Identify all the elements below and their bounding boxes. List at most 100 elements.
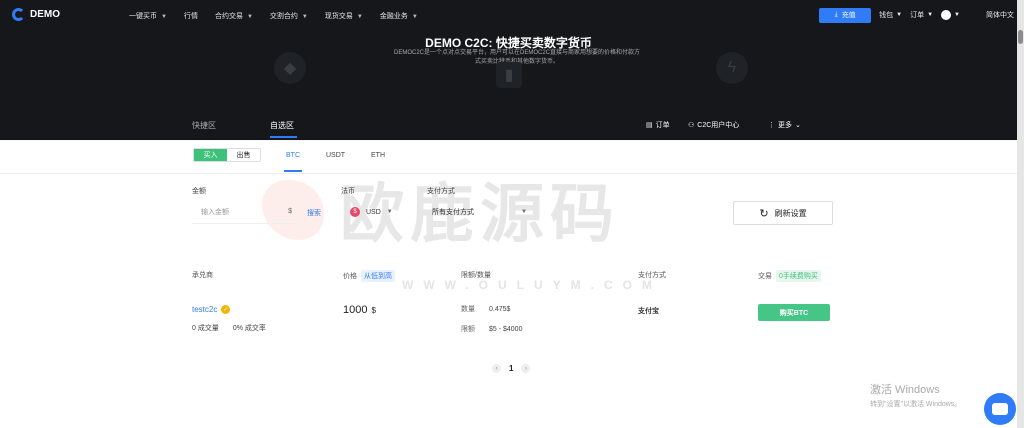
chat-button[interactable] <box>984 393 1016 425</box>
coin-tab-eth[interactable]: ETH <box>371 152 385 159</box>
tab-underline <box>270 136 297 138</box>
row-price: 1000 $ <box>343 304 376 316</box>
buy-btc-button[interactable]: 购买BTC <box>758 304 830 321</box>
dollar-icon: $ <box>350 207 360 217</box>
activation-hint: 转到"设置"以激活 Windows。 <box>870 401 962 408</box>
more-dots-icon: ⋮ <box>768 122 775 129</box>
page-number[interactable]: 1 <box>509 364 513 373</box>
qty-label: 数量 <box>461 306 475 313</box>
wallet-menu[interactable]: 钱包 ▼ <box>879 10 902 20</box>
chevron-down-icon: ⌄ <box>795 122 801 129</box>
menu-label: 一键买币 <box>129 13 157 20</box>
menu-item-market[interactable]: 行情 <box>184 11 198 21</box>
user-menu[interactable]: ▼ <box>941 10 960 20</box>
price-unit: $ <box>371 306 376 315</box>
col-method: 支付方式 <box>638 272 666 279</box>
qty-value: 0.475$ <box>489 306 511 313</box>
order-label: 订单 <box>655 122 670 129</box>
coin-tab-usdt[interactable]: USDT <box>326 152 345 159</box>
language-switch[interactable]: 简体中文 <box>986 10 1014 20</box>
lightning-icon: ϟ <box>716 52 748 84</box>
brand-name: DEMO <box>30 9 60 20</box>
coin-tab-underline <box>284 170 302 172</box>
more-label: 更多 <box>778 122 792 129</box>
buy-sell-toggle: 买入 出售 <box>193 148 261 162</box>
pagination: ‹ 1 › <box>492 364 531 373</box>
caret-down-icon: ▼ <box>896 12 903 18</box>
merchant-link[interactable]: testc2c ✓ <box>192 305 231 314</box>
caret-down-icon: ▼ <box>954 12 960 18</box>
buy-toggle[interactable]: 买入 <box>194 149 227 161</box>
menu-item-spot[interactable]: 现货交易 ▼ <box>325 11 363 21</box>
sell-toggle[interactable]: 出售 <box>227 149 260 161</box>
chat-icon <box>992 403 1008 415</box>
menu-label: 行情 <box>183 13 198 20</box>
caret-down-icon: ▼ <box>927 12 934 18</box>
menu-item-finance[interactable]: 金融业务 ▼ <box>380 11 418 21</box>
caret-down-icon: ▼ <box>301 14 308 20</box>
amount-label: 金额 <box>192 188 206 195</box>
price-header: 价格 <box>343 273 357 280</box>
brand-logo[interactable]: DEMO <box>12 8 60 21</box>
amount-input[interactable]: 输入金额 $ <box>192 200 294 224</box>
page-scrollbar[interactable] <box>1017 0 1024 428</box>
trade-header: 交易 <box>758 273 772 280</box>
refresh-label: 刷新设置 <box>774 208 807 218</box>
payment-label: 支付方式 <box>427 188 455 195</box>
main-menu: 一键买币 ▼ 行情 合约交易 ▼ 交割合约 ▼ 现货交易 ▼ 金融业务 ▼ <box>129 11 418 21</box>
merchant-stats: 0 成交量 0% 成交率 <box>192 323 266 333</box>
col-price: 价格 从低到高 <box>343 270 395 282</box>
menu-label: 交割合约 <box>269 13 298 20</box>
document-icon: ▤ <box>646 122 653 129</box>
download-icon: ⤓ <box>834 11 838 18</box>
row-quantity: 数量 0.475$ <box>461 304 510 314</box>
scrollbar-thumb[interactable] <box>1018 30 1023 44</box>
price-sort-button[interactable]: 从低到高 <box>361 270 395 282</box>
currency-select[interactable]: $ USD ▼ <box>350 200 393 224</box>
tab-quick[interactable]: 快捷区 <box>192 120 216 131</box>
caret-down-icon: ▼ <box>161 14 167 20</box>
top-navbar: DEMO 一键买币 ▼ 行情 合约交易 ▼ 交割合约 ▼ 现货交易 ▼ 金融业务 ▼ ⤓ … <box>0 0 1024 30</box>
watermark-url: WWW.OULUYM.COM <box>402 278 662 292</box>
windows-activation: 激活 Windows 转到"设置"以激活 Windows。 <box>870 381 961 409</box>
caret-down-icon: ▼ <box>411 14 418 20</box>
nav-right: ⤓ 充值 钱包 ▼ 订单 ▼ ▼ 简体中文 <box>819 7 1024 23</box>
activation-title: 激活 Windows <box>870 384 940 396</box>
search-button[interactable]: 搜索 <box>307 208 321 218</box>
menu-item-quick-buy[interactable]: 一键买币 ▼ <box>129 11 167 21</box>
amount-placeholder: 输入金额 <box>201 208 229 216</box>
divider <box>0 173 1017 174</box>
orders-menu[interactable]: 订单 ▼ <box>910 10 933 20</box>
caret-down-icon: ▼ <box>246 14 253 20</box>
hero-banner: DEMO C2C: 快捷买卖数字货币 DEMOC2C是一个点对点交易平台，用户可… <box>0 30 1017 140</box>
c2c-center-link[interactable]: ⚇ C2C用户中心 <box>688 120 739 130</box>
currency-value: USD <box>366 208 381 216</box>
row-limit: 限额 $5 - $4000 <box>461 324 522 334</box>
menu-item-delivery[interactable]: 交割合约 ▼ <box>270 11 308 21</box>
avatar-icon <box>941 10 952 20</box>
amount-unit: $ <box>288 208 292 215</box>
more-menu[interactable]: ⋮ 更多 ⌄ <box>768 120 801 130</box>
payment-select[interactable]: 所有支付方式 ▼ <box>432 200 527 224</box>
menu-item-contract[interactable]: 合约交易 ▼ <box>215 11 253 21</box>
next-page-button[interactable]: › <box>521 364 531 373</box>
refresh-icon: ↻ <box>759 207 769 220</box>
chart-icon: ▮ <box>496 62 522 88</box>
price-value: 1000 <box>343 304 368 316</box>
recharge-label: 充值 <box>841 12 856 19</box>
row-payment-method: 支付宝 <box>638 308 659 315</box>
refresh-settings-button[interactable]: ↻ 刷新设置 <box>733 201 833 225</box>
tab-custom[interactable]: 自选区 <box>270 120 294 131</box>
col-trade: 交易 0手续费购买 <box>758 270 821 282</box>
menu-label: 金融业务 <box>379 13 408 20</box>
orders-label: 订单 <box>910 12 925 19</box>
prev-page-button[interactable]: ‹ <box>492 364 501 373</box>
limit-value: $5 - $4000 <box>489 326 523 333</box>
c2c-center-label: C2C用户中心 <box>697 122 740 129</box>
order-link[interactable]: ▤ 订单 <box>646 120 670 130</box>
menu-label: 合约交易 <box>214 13 243 20</box>
coin-tab-btc[interactable]: BTC <box>286 152 300 159</box>
logo-icon <box>12 8 25 21</box>
caret-down-icon: ▼ <box>521 209 527 215</box>
recharge-button[interactable]: ⤓ 充值 <box>819 7 872 23</box>
